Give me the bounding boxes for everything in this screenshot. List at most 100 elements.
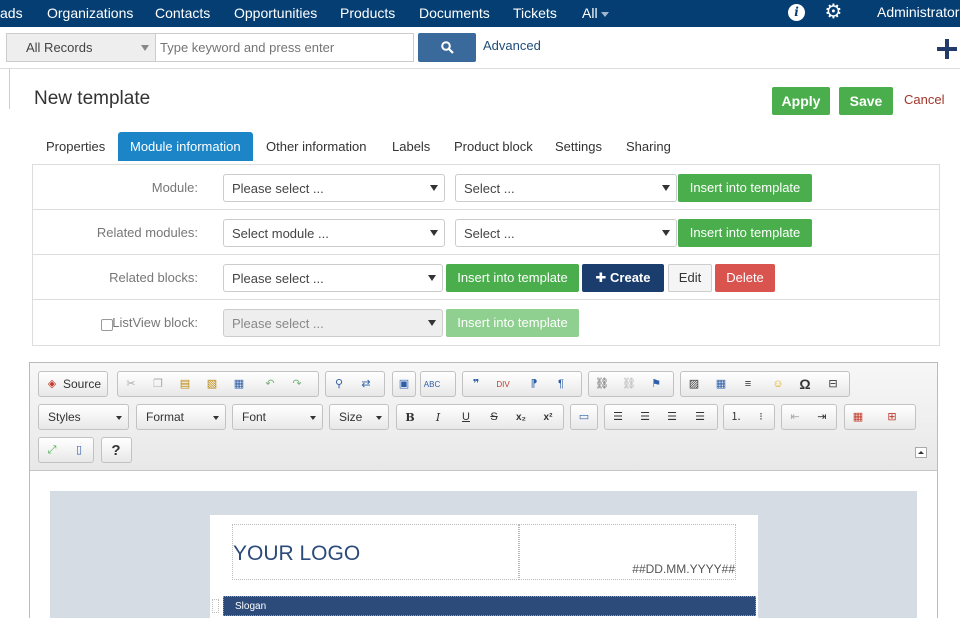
format-dropdown[interactable]: Format <box>136 404 226 430</box>
related-module-select[interactable]: Select module ... <box>223 219 445 247</box>
size-dropdown[interactable]: Size <box>329 404 389 430</box>
image-icon[interactable]: ▨ <box>685 376 703 393</box>
select-all-icon[interactable]: ▣ <box>395 376 413 393</box>
collapse-toolbar-icon[interactable] <box>915 447 927 458</box>
unlink-icon[interactable]: ⛓ <box>620 376 638 393</box>
nav-item-organizations[interactable]: Organizations <box>47 5 133 21</box>
tab-labels[interactable]: Labels <box>380 132 442 161</box>
info-icon[interactable]: i <box>788 4 805 21</box>
related-blocks-insert-button[interactable]: Insert into template <box>446 264 579 292</box>
cut-icon[interactable]: ✂ <box>122 376 140 393</box>
listview-insert-button[interactable]: Insert into template <box>446 309 579 337</box>
color-palette-icon[interactable]: ▦ <box>849 409 867 426</box>
table-grid-icon[interactable]: ⊞ <box>883 409 901 426</box>
dropdown-arrow-icon <box>428 320 436 326</box>
blockquote-icon[interactable]: ❞ <box>467 376 485 393</box>
div-icon[interactable]: DIV <box>494 376 512 393</box>
undo-icon[interactable]: ↶ <box>261 376 279 393</box>
spellcheck-icon[interactable]: ABC <box>423 376 441 393</box>
nav-item-all[interactable]: All <box>582 5 609 21</box>
search-input[interactable] <box>155 33 414 62</box>
paste-text-icon[interactable]: ▧ <box>203 376 221 393</box>
underline-button[interactable]: U <box>457 409 475 426</box>
create-block-button-label: Create <box>610 270 651 285</box>
advanced-search-link[interactable]: Advanced <box>483 38 541 53</box>
ltr-icon[interactable]: ⁋ <box>525 376 543 393</box>
nav-item-tickets[interactable]: Tickets <box>513 5 557 21</box>
editor-content-area[interactable]: YOUR LOGO ##DD.MM.YYYY## Slogan <box>30 471 937 618</box>
quick-create-plus-icon[interactable] <box>937 39 957 59</box>
bullet-list-icon[interactable]: ⁝ <box>752 409 770 426</box>
align-left-icon[interactable]: ☰ <box>609 409 627 426</box>
gear-icon[interactable]: ⚙ <box>823 2 844 23</box>
remove-format-icon[interactable]: ▭ <box>575 409 593 426</box>
find-group: ⚲ ⇄ <box>325 371 385 397</box>
rtl-icon[interactable]: ¶ <box>552 376 570 393</box>
tab-other-information[interactable]: Other information <box>254 132 378 161</box>
maximize-icon[interactable]: ⤢ <box>43 442 61 459</box>
nav-item-opportunities[interactable]: Opportunities <box>234 5 317 21</box>
color-group: ▦ ⊞ <box>844 404 916 430</box>
page-title: New template <box>34 88 151 109</box>
create-block-button[interactable]: ✚ Create <box>582 264 664 292</box>
anchor-flag-icon[interactable]: ⚑ <box>647 376 665 393</box>
italic-button[interactable]: I <box>429 409 447 426</box>
tab-sharing[interactable]: Sharing <box>614 132 683 161</box>
module-insert-button[interactable]: Insert into template <box>678 174 812 202</box>
font-dropdown[interactable]: Font <box>232 404 323 430</box>
records-filter-select[interactable]: All Records <box>6 33 156 62</box>
related-modules-label: Related modules: <box>96 225 198 240</box>
nav-item-documents[interactable]: Documents <box>419 5 490 21</box>
user-menu[interactable]: Administrator <box>877 4 959 20</box>
paste-icon[interactable]: ▤ <box>176 376 194 393</box>
nav-item-contacts[interactable]: Contacts <box>155 5 210 21</box>
cancel-link[interactable]: Cancel <box>904 92 944 107</box>
table-icon[interactable]: ▦ <box>712 376 730 393</box>
numbered-list-icon[interactable]: ⒈ <box>727 409 745 426</box>
replace-icon[interactable]: ⇄ <box>357 376 375 393</box>
subscript-button[interactable]: x₂ <box>512 409 530 426</box>
special-char-icon[interactable]: Ω <box>796 376 814 393</box>
help-button[interactable]: ? <box>107 442 125 459</box>
source-button[interactable]: ◈ Source <box>38 371 108 397</box>
align-right-icon[interactable]: ☰ <box>663 409 681 426</box>
tab-settings[interactable]: Settings <box>543 132 614 161</box>
tab-properties[interactable]: Properties <box>34 132 117 161</box>
tab-module-information[interactable]: Module information <box>118 132 253 161</box>
module-field-select[interactable]: Please select ... <box>223 174 445 202</box>
link-icon[interactable]: ⛓ <box>593 376 611 393</box>
related-modules-insert-button[interactable]: Insert into template <box>678 219 812 247</box>
horizontal-rule-icon[interactable]: ≡ <box>739 376 757 393</box>
related-blocks-select[interactable]: Please select ... <box>223 264 443 292</box>
listview-block-select[interactable]: Please select ... <box>223 309 443 337</box>
copy-icon[interactable]: ❐ <box>149 376 167 393</box>
save-button[interactable]: Save <box>839 87 893 115</box>
bold-button[interactable]: B <box>401 409 419 426</box>
delete-block-button[interactable]: Delete <box>715 264 775 292</box>
clipboard-group: ✂ ❐ ▤ ▧ ▦ ↶ ↷ <box>117 371 319 397</box>
nav-item-products[interactable]: Products <box>340 5 395 21</box>
paste-word-icon[interactable]: ▦ <box>230 376 248 393</box>
align-justify-icon[interactable]: ☰ <box>691 409 709 426</box>
page-break-icon[interactable]: ⊟ <box>824 376 842 393</box>
styles-dropdown[interactable]: Styles <box>38 404 129 430</box>
apply-button[interactable]: Apply <box>772 87 830 115</box>
outdent-icon[interactable]: ⇤ <box>786 409 804 426</box>
find-icon[interactable]: ⚲ <box>330 376 348 393</box>
align-center-icon[interactable]: ☰ <box>636 409 654 426</box>
strikethrough-button[interactable]: S <box>485 409 503 426</box>
show-blocks-icon[interactable]: ▯ <box>70 442 88 459</box>
logo-cell: YOUR LOGO <box>232 524 519 580</box>
dropdown-arrow-icon <box>430 185 438 191</box>
module-subfield-select[interactable]: Select ... <box>455 174 677 202</box>
indent-icon[interactable]: ⇥ <box>813 409 831 426</box>
tab-product-block[interactable]: Product block <box>442 132 545 161</box>
listview-block-checkbox[interactable] <box>101 319 113 331</box>
related-module-field-select[interactable]: Select ... <box>455 219 677 247</box>
nav-item-leads[interactable]: ads <box>0 5 23 21</box>
redo-icon[interactable]: ↷ <box>288 376 306 393</box>
search-button[interactable] <box>418 33 476 62</box>
superscript-button[interactable]: x² <box>539 409 557 426</box>
smiley-icon[interactable]: ☺ <box>769 376 787 393</box>
edit-block-button[interactable]: Edit <box>668 264 712 292</box>
